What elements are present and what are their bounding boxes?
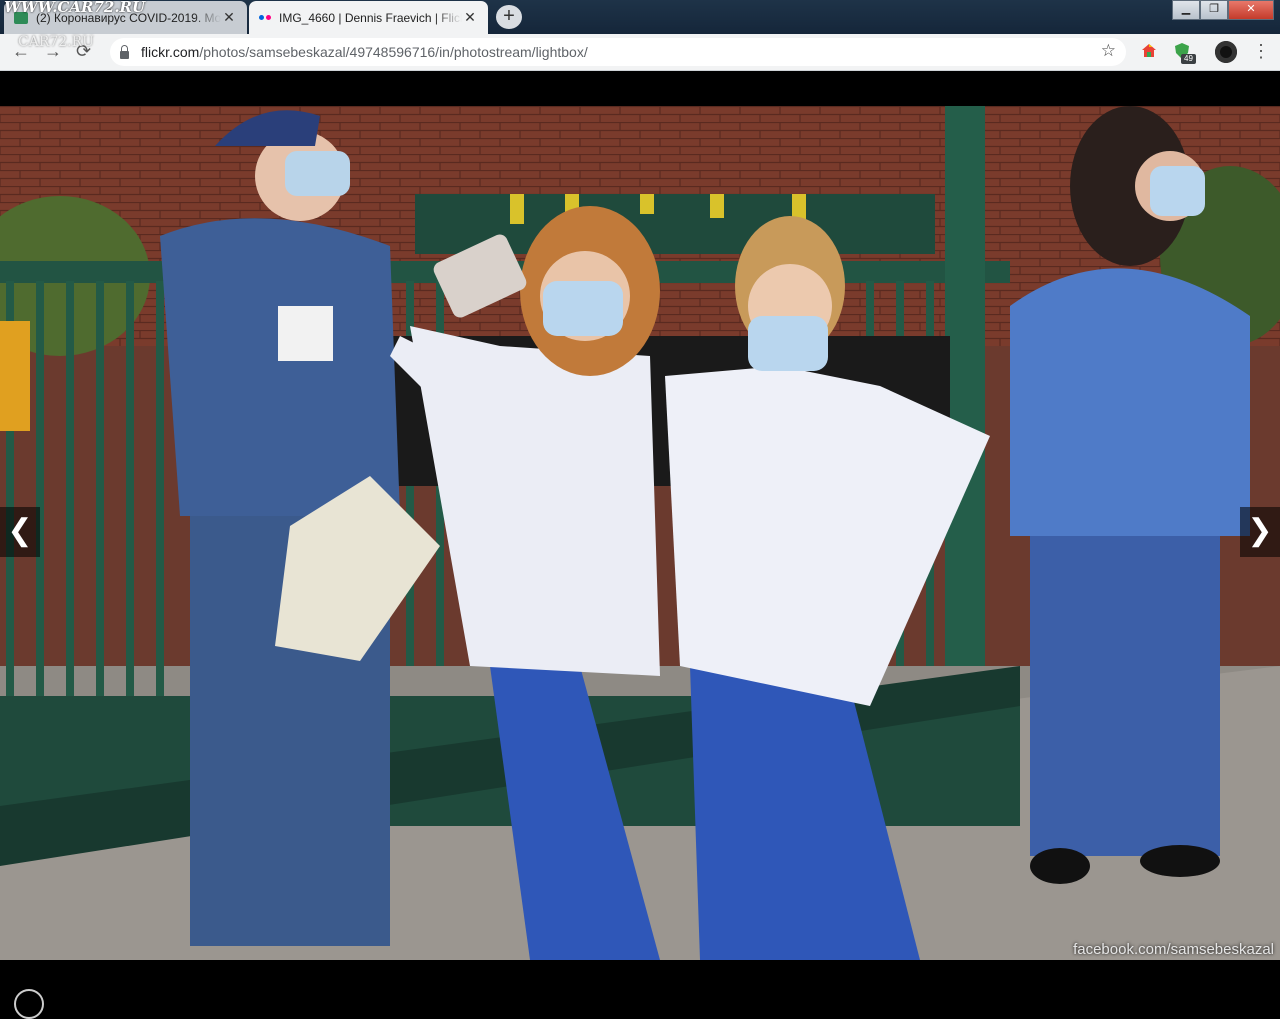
window-close-button[interactable]: ✕ [1228,0,1274,20]
warning-sign [0,321,30,431]
tab-close-icon[interactable]: ✕ [221,9,237,26]
browser-toolbar: ← → ⟳ flickr.com/photos/samsebeskazal/49… [0,34,1280,71]
tab-flickr[interactable]: IMG_4660 | Dennis Fraevich | Flickr ✕ [249,1,488,34]
bookmark-star-icon[interactable]: ☆ [1101,41,1116,61]
maximize-button[interactable]: ❐ [1200,0,1228,20]
flickr-favicon-icon [259,15,271,20]
tab-close-icon[interactable]: ✕ [462,9,478,26]
tab-title: IMG_4660 | Dennis Fraevich | Flickr [279,10,462,25]
lightbox-photo[interactable] [0,106,1280,960]
watermark-overlay-text: CAR72.RU [18,34,94,50]
window-controls: ▁ ❐ ✕ [1172,0,1274,20]
tab-strip: (2) Коронавирус COVID-2019. Mo ✕ IMG_466… [0,0,1280,34]
new-tab-button[interactable]: + [496,5,522,29]
address-bar[interactable]: flickr.com/photos/samsebeskazal/49748596… [110,38,1126,66]
url-text: flickr.com/photos/samsebeskazal/49748596… [141,44,588,60]
minimize-button[interactable]: ▁ [1172,0,1200,20]
lock-icon [120,45,129,59]
home-extension-icon[interactable] [1140,42,1158,60]
profile-avatar[interactable] [1215,41,1237,63]
photo-credit-watermark: facebook.com/samsebeskazal [1073,941,1274,958]
photo-illustration [0,106,1280,960]
next-photo-button[interactable]: ❯ [1240,507,1280,557]
menu-dots-icon[interactable]: ⋮ [1252,40,1270,62]
extension-badge: 49 [1181,54,1196,64]
flickr-lightbox: ❮ ❯ facebook.com/samsebeskazal [0,71,1280,1019]
previous-photo-button[interactable]: ❮ [0,507,40,557]
watermark-text: WWW.CAR72.RU [4,0,146,16]
